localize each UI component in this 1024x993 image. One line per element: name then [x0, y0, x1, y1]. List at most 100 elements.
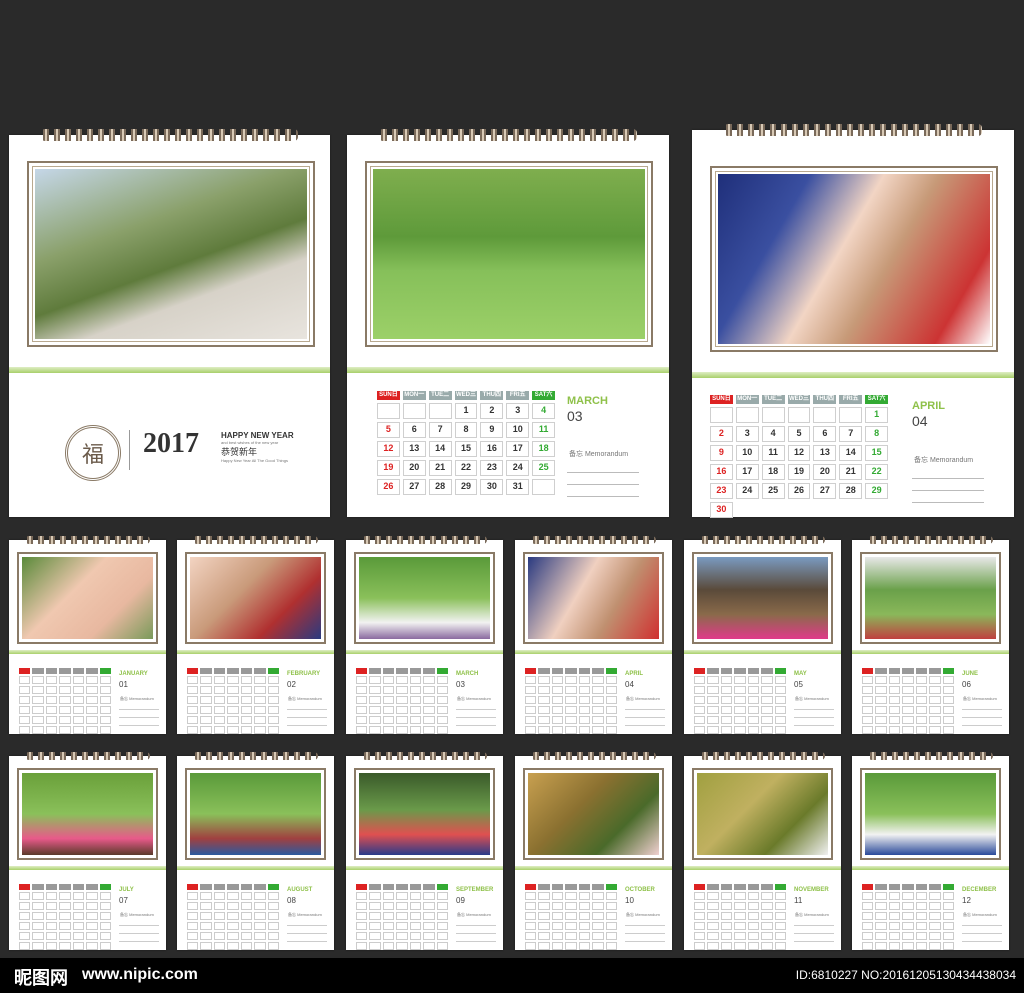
day-cell: [227, 676, 239, 684]
day-cell: [888, 706, 901, 714]
photo-frame: [710, 166, 998, 352]
memo-lines: [794, 918, 834, 942]
day-cell: 3: [506, 403, 530, 419]
spiral-binding: [867, 752, 994, 760]
day-cell: [875, 922, 887, 930]
weekday-header: [369, 668, 381, 674]
day-cell: [902, 716, 914, 724]
day-cell: [538, 942, 550, 950]
day-cell: [551, 942, 564, 950]
month-calendar-grid: [19, 884, 111, 952]
day-cell: [862, 686, 874, 694]
day-cell: [942, 902, 954, 910]
day-cell: [227, 902, 239, 910]
month-calendar-grid: [187, 668, 279, 736]
day-cell: [761, 696, 773, 704]
day-cell: [19, 706, 31, 714]
day-cell: [396, 686, 408, 694]
day-cell: [888, 912, 901, 920]
day-cell: 17: [735, 464, 759, 480]
day-cell: [942, 942, 954, 950]
weekday-header: SAT六: [532, 391, 555, 400]
girl-photo: [373, 169, 645, 339]
day-cell: [565, 922, 577, 930]
day-cell: [72, 922, 85, 930]
weekday-header: [538, 668, 550, 674]
child-photo: [22, 557, 153, 639]
day-cell: [382, 902, 395, 910]
day-cell: [436, 942, 448, 950]
day-cell: [227, 922, 239, 930]
memo-lines: [962, 702, 1002, 726]
day-cell: [356, 902, 368, 910]
day-cell: [356, 676, 368, 684]
day-cell: [605, 726, 617, 734]
month-number: 06: [962, 680, 971, 689]
day-cell: [761, 892, 773, 900]
day-cell: [942, 676, 954, 684]
day-cell: [200, 942, 212, 950]
day-cell: [356, 932, 368, 940]
month-calendar-grid: [862, 884, 954, 952]
day-cell: [592, 726, 604, 734]
day-cell: 7: [839, 426, 863, 442]
weekday-header: [929, 884, 941, 890]
weekday-header: [19, 668, 31, 674]
day-cell: [409, 912, 422, 920]
day-cell: [929, 726, 941, 734]
month-number: 11: [794, 896, 803, 905]
day-cell: [694, 912, 706, 920]
day-cell: [213, 922, 226, 930]
day-cell: [929, 686, 941, 694]
day-cell: [396, 942, 408, 950]
day-cell: [551, 912, 564, 920]
day-cell: [377, 403, 400, 419]
day-cell: [734, 686, 746, 694]
weekday-header: [356, 668, 368, 674]
day-cell: [213, 726, 226, 734]
day-cell: [605, 912, 617, 920]
day-cell: [369, 726, 381, 734]
day-cell: 18: [761, 464, 785, 480]
spiral-binding: [41, 129, 298, 141]
weekday-header: [720, 884, 733, 890]
weekday-header: SUN日: [710, 395, 733, 404]
green-divider: [852, 866, 1009, 870]
day-cell: [902, 922, 914, 930]
day-cell: [240, 942, 253, 950]
child-photo: [697, 773, 828, 855]
weekday-header: [761, 884, 773, 890]
weekday-header: [862, 884, 874, 890]
weekday-header: [254, 668, 266, 674]
day-cell: [45, 716, 58, 724]
spiral-binding: [699, 536, 826, 544]
weekday-header: [774, 668, 786, 674]
weekday-header: [888, 884, 901, 890]
day-cell: [747, 932, 760, 940]
day-cell: [356, 686, 368, 694]
day-cell: [720, 902, 733, 910]
day-cell: [227, 706, 239, 714]
day-cell: [86, 912, 98, 920]
weekday-header: [436, 668, 448, 674]
day-cell: [734, 892, 746, 900]
day-cell: [382, 676, 395, 684]
cover-chinese: 恭贺新年: [221, 448, 258, 458]
day-cell: [592, 932, 604, 940]
day-cell: [19, 902, 31, 910]
weekday-header: [915, 668, 928, 674]
day-cell: 8: [454, 422, 478, 438]
day-cell: [396, 676, 408, 684]
day-cell: [86, 686, 98, 694]
day-cell: [720, 706, 733, 714]
green-divider: [692, 372, 1014, 378]
day-cell: [774, 706, 786, 714]
site-url: www.nipic.com: [82, 966, 198, 983]
day-cell: [875, 892, 887, 900]
day-cell: [19, 942, 31, 950]
day-cell: [382, 706, 395, 714]
calendar-page-march: SUN日 MON一 TUE二 WED三 THU四 FRI五 SAT六 1 2 3 4 5 6 7 8 9 10 1…: [347, 129, 669, 517]
day-cell: [592, 922, 604, 930]
day-cell: [356, 716, 368, 724]
day-cell: [59, 696, 71, 704]
